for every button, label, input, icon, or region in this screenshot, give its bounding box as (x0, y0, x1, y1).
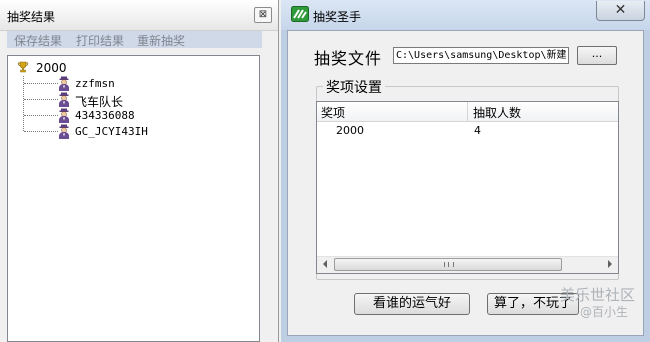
person-icon (59, 92, 69, 107)
browse-button[interactable]: ... (577, 46, 617, 65)
watermark-line-2: @百小生 (580, 305, 629, 319)
tree-branch-line (24, 115, 58, 116)
results-titlebar: 抽奖结果 ⊠ (0, 0, 278, 31)
menu-print-results[interactable]: 打印结果 (76, 32, 124, 49)
tree-child-item[interactable]: 飞车队长 (24, 92, 224, 109)
tree-child-item[interactable]: zzfmsn (24, 76, 224, 92)
person-icon (59, 124, 69, 139)
tree-branch-line (24, 99, 58, 100)
person-icon (59, 76, 69, 91)
cell-prize: 2000 (336, 124, 364, 137)
tree-root-label: 2000 (36, 61, 67, 75)
trophy-icon (17, 61, 29, 73)
main-window-title: 抽奖圣手 (313, 10, 362, 24)
scroll-right-icon[interactable] (608, 260, 612, 268)
scroll-thumb[interactable] (334, 258, 562, 271)
scroll-left-icon[interactable] (323, 260, 327, 268)
watermark-line-1: 美乐世社区 (560, 286, 636, 304)
tree-branch-line (24, 131, 58, 132)
table-row[interactable]: 2000 4 (317, 123, 618, 139)
app-icon (291, 6, 309, 22)
prize-list[interactable]: 奖项 抽取人数 2000 4 (316, 101, 619, 274)
results-menubar: 保存结果 打印结果 重新抽奖 (7, 31, 262, 48)
cell-count: 4 (474, 124, 481, 137)
tree-child-label: GC_JCYI43IH (75, 125, 148, 138)
prize-list-header: 奖项 抽取人数 (317, 102, 618, 122)
grip-icon (444, 262, 454, 267)
tree-child-label: 434336088 (75, 109, 135, 122)
tree-branch-line (24, 83, 58, 84)
prize-settings-group: 奖项设置 奖项 抽取人数 2000 4 (316, 77, 619, 280)
tree-child-label: zzfmsn (75, 77, 115, 90)
file-path-input[interactable]: C:\Users\samsung\Desktop\新建 (393, 47, 569, 64)
results-window-title: 抽奖结果 (7, 10, 56, 24)
watermark: 美乐世社区 @百小生 (560, 287, 635, 321)
tree-child-item[interactable]: GC_JCYI43IH (24, 124, 224, 140)
menu-save-results[interactable]: 保存结果 (14, 32, 62, 49)
file-label: 抽奖文件 (314, 49, 383, 68)
column-separator[interactable] (467, 102, 468, 121)
horizontal-scrollbar[interactable] (317, 256, 618, 273)
tree-root-node[interactable]: 2000 (17, 60, 67, 76)
group-title: 奖项设置 (323, 77, 385, 97)
tree-child-item[interactable]: 434336088 (24, 108, 224, 124)
main-titlebar: 抽奖圣手 ✕ (281, 0, 650, 30)
menu-redraw[interactable]: 重新抽奖 (137, 32, 185, 49)
results-tree[interactable]: 2000 zzfmsn 飞车队长 434336088 GC_JCYI43IH (7, 55, 260, 342)
main-close-button[interactable]: ✕ (596, 1, 645, 21)
person-icon (59, 108, 69, 123)
results-window: 抽奖结果 ⊠ 保存结果 打印结果 重新抽奖 2000 zzfmsn 飞车队长 4… (0, 0, 279, 342)
results-close-button[interactable]: ⊠ (254, 7, 272, 23)
column-header-prize[interactable]: 奖项 (321, 104, 345, 121)
column-header-count[interactable]: 抽取人数 (473, 104, 521, 121)
lucky-draw-button[interactable]: 看谁的运气好 (354, 293, 470, 315)
